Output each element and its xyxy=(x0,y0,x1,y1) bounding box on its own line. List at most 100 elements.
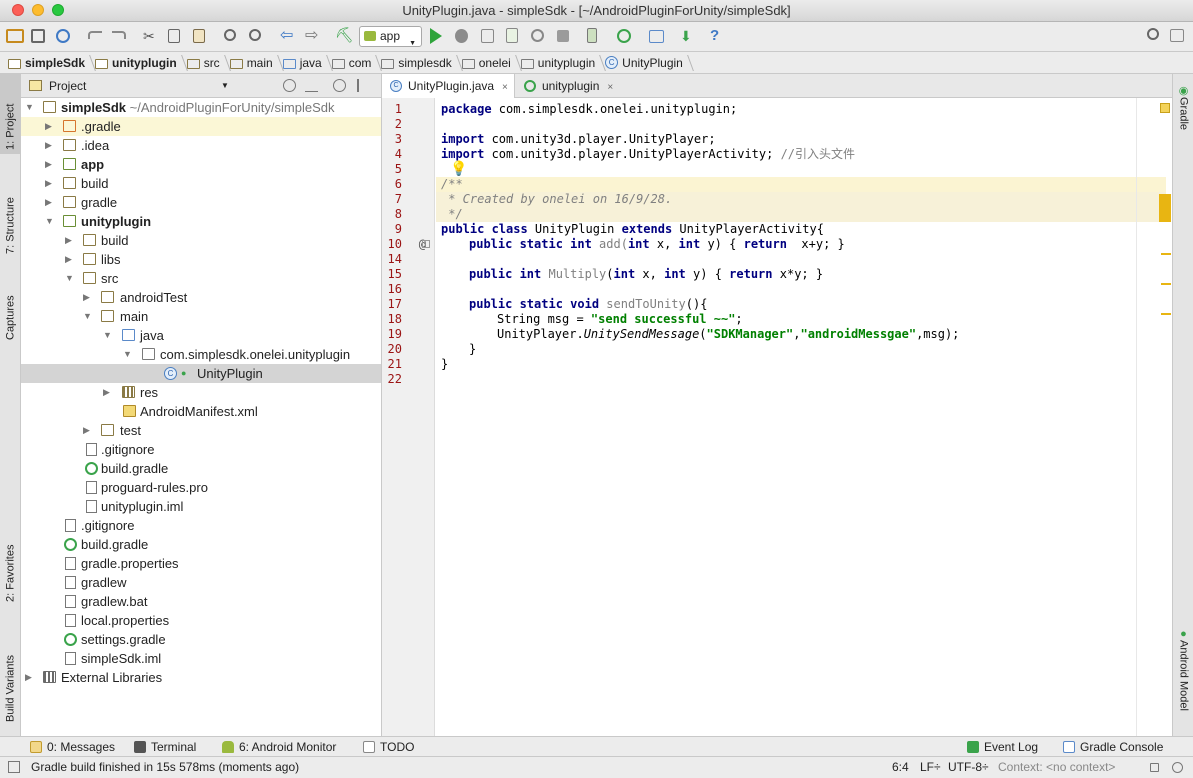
help-icon[interactable]: ? xyxy=(710,27,728,45)
tree-row-settings-gradle[interactable]: settings.gradle xyxy=(21,630,381,649)
sync-icon[interactable] xyxy=(56,29,70,43)
chevron-right-icon[interactable]: ▶ xyxy=(65,235,75,245)
chevron-right-icon[interactable]: ▶ xyxy=(45,140,55,150)
breadcrumb-main[interactable]: main xyxy=(226,52,279,74)
tree-row-java[interactable]: ▼ java xyxy=(21,326,381,345)
tree-row-androidtest[interactable]: ▶ androidTest xyxy=(21,288,381,307)
chevron-right-icon[interactable]: ▶ xyxy=(45,197,55,207)
breadcrumb-simplesdk-package[interactable]: simplesdk xyxy=(377,52,457,74)
save-icon[interactable] xyxy=(31,29,45,43)
run-icon[interactable] xyxy=(430,28,442,44)
expand-fold-icon[interactable] xyxy=(422,240,430,248)
tree-row-unityplugin-class[interactable]: C ● UnityPlugin xyxy=(21,364,381,383)
toggle-tool-windows-icon[interactable] xyxy=(8,761,20,773)
lock-icon[interactable] xyxy=(1150,763,1159,772)
undo-icon[interactable] xyxy=(88,31,102,39)
tree-row-src[interactable]: ▼ src xyxy=(21,269,381,288)
tree-row-gradlew-bat[interactable]: gradlew.bat xyxy=(21,592,381,611)
tree-row-idea[interactable]: ▶ .idea xyxy=(21,136,381,155)
minimize-window-button[interactable] xyxy=(32,4,44,16)
tree-row-package[interactable]: ▼ com.simplesdk.onelei.unityplugin xyxy=(21,345,381,364)
chevron-right-icon[interactable]: ▶ xyxy=(83,425,93,435)
chevron-right-icon[interactable]: ▶ xyxy=(45,121,55,131)
project-view-select[interactable]: Project xyxy=(49,79,86,93)
make-project-icon[interactable]: ⛏ xyxy=(335,27,354,45)
close-tab-icon[interactable]: × xyxy=(502,82,508,93)
chevron-down-icon[interactable]: ▼ xyxy=(103,330,113,340)
coverage-icon[interactable] xyxy=(481,29,494,43)
tree-row-unityplugin-iml[interactable]: unityplugin.iml xyxy=(21,497,381,516)
back-icon[interactable]: ⇦ xyxy=(280,27,298,45)
breadcrumb-unityplugin-package[interactable]: unityplugin xyxy=(517,52,601,74)
tree-row-app[interactable]: ▶ app xyxy=(21,155,381,174)
tree-row-build[interactable]: ▶ build xyxy=(21,174,381,193)
inspector-icon[interactable] xyxy=(1172,762,1183,773)
breadcrumb-unityplugin-class[interactable]: C UnityPlugin xyxy=(601,52,689,74)
tab-unityplugin-gradle[interactable]: unityplugin × xyxy=(516,74,637,98)
breadcrumb-onelei[interactable]: onelei xyxy=(458,52,517,74)
breadcrumb-java[interactable]: java xyxy=(279,52,328,74)
tree-row-gradle-dir[interactable]: ▶ .gradle xyxy=(21,117,381,136)
breadcrumb-simplesdk[interactable]: simpleSdk xyxy=(4,52,91,74)
collapse-all-icon[interactable] xyxy=(305,79,318,92)
tree-row-gitignore[interactable]: .gitignore xyxy=(21,516,381,535)
scroll-from-source-icon[interactable] xyxy=(283,79,296,92)
warning-marker[interactable] xyxy=(1161,283,1171,285)
warning-marker[interactable] xyxy=(1159,194,1171,222)
tree-row-build-gradle-module[interactable]: build.gradle xyxy=(21,459,381,478)
run-configuration-select[interactable]: app ▼ xyxy=(359,26,422,47)
tab-android-model[interactable]: ● Android Model xyxy=(1173,624,1193,724)
chevron-right-icon[interactable]: ▶ xyxy=(25,672,35,682)
project-structure-icon[interactable] xyxy=(649,30,664,43)
tree-row-simplesdk-iml[interactable]: simpleSdk.iml xyxy=(21,649,381,668)
chevron-right-icon[interactable]: ▶ xyxy=(45,178,55,188)
sdk-manager-icon[interactable] xyxy=(617,29,631,43)
close-window-button[interactable] xyxy=(12,4,24,16)
tab-gradle-console[interactable]: Gradle Console xyxy=(1063,737,1163,757)
tree-row-gitignore-module[interactable]: .gitignore xyxy=(21,440,381,459)
hide-panel-icon[interactable] xyxy=(357,79,370,92)
chevron-down-icon[interactable]: ▼ xyxy=(221,74,229,98)
tab-gradle[interactable]: ◉ Gradle xyxy=(1173,80,1193,140)
chevron-down-icon[interactable]: ▼ xyxy=(65,273,75,283)
close-tab-icon[interactable]: × xyxy=(607,82,613,93)
caret-position[interactable]: 6:4 xyxy=(892,757,909,778)
tree-row-gradlew[interactable]: gradlew xyxy=(21,573,381,592)
tree-row-simplesdk[interactable]: ▼ simpleSdk ~/AndroidPluginForUnity/simpl… xyxy=(21,98,381,117)
tab-structure[interactable]: 7: Structure xyxy=(0,168,21,258)
lightbulb-icon[interactable]: 💡 xyxy=(450,160,467,177)
breadcrumb-com[interactable]: com xyxy=(328,52,378,74)
tree-row-build-gradle[interactable]: build.gradle xyxy=(21,535,381,554)
code-area[interactable]: 💡 package com.simplesdk.onelei.unityplug… xyxy=(436,98,1172,736)
replace-icon[interactable] xyxy=(249,29,261,41)
tree-row-gradle-properties[interactable]: gradle.properties xyxy=(21,554,381,573)
gear-icon[interactable] xyxy=(333,79,346,92)
encoding-select[interactable]: UTF-8÷ xyxy=(948,757,989,778)
cut-icon[interactable]: ✂ xyxy=(143,27,161,45)
tree-row-gradle[interactable]: ▶ gradle xyxy=(21,193,381,212)
tree-row-external-libraries[interactable]: ▶ External Libraries xyxy=(21,668,381,687)
tab-event-log[interactable]: Event Log xyxy=(967,737,1038,757)
forward-icon[interactable]: ⇨ xyxy=(305,27,323,45)
warning-marker[interactable] xyxy=(1161,253,1171,255)
paste-icon[interactable] xyxy=(193,29,205,43)
debug-icon[interactable] xyxy=(455,29,468,43)
chevron-right-icon[interactable]: ▶ xyxy=(103,387,113,397)
tab-captures[interactable]: Captures xyxy=(0,270,21,344)
tab-todo[interactable]: TODO xyxy=(363,737,414,757)
tree-row-manifest[interactable]: AndroidManifest.xml xyxy=(21,402,381,421)
copy-icon[interactable] xyxy=(168,29,180,43)
tab-android-monitor[interactable]: 6: Android Monitor xyxy=(222,737,336,757)
tab-terminal[interactable]: Terminal xyxy=(134,737,196,757)
tab-messages[interactable]: 0: Messages xyxy=(30,737,115,757)
chevron-down-icon[interactable]: ▼ xyxy=(123,349,133,359)
find-icon[interactable] xyxy=(224,29,236,41)
open-folder-icon[interactable] xyxy=(6,29,24,43)
tree-row-libs[interactable]: ▶ libs xyxy=(21,250,381,269)
tree-row-proguard[interactable]: proguard-rules.pro xyxy=(21,478,381,497)
tree-row-local-properties[interactable]: local.properties xyxy=(21,611,381,630)
tree-row-unityplugin-build[interactable]: ▶ build xyxy=(21,231,381,250)
stop-icon[interactable] xyxy=(557,30,569,42)
tab-favorites[interactable]: 2: Favorites xyxy=(0,526,21,606)
chevron-right-icon[interactable]: ▶ xyxy=(45,159,55,169)
